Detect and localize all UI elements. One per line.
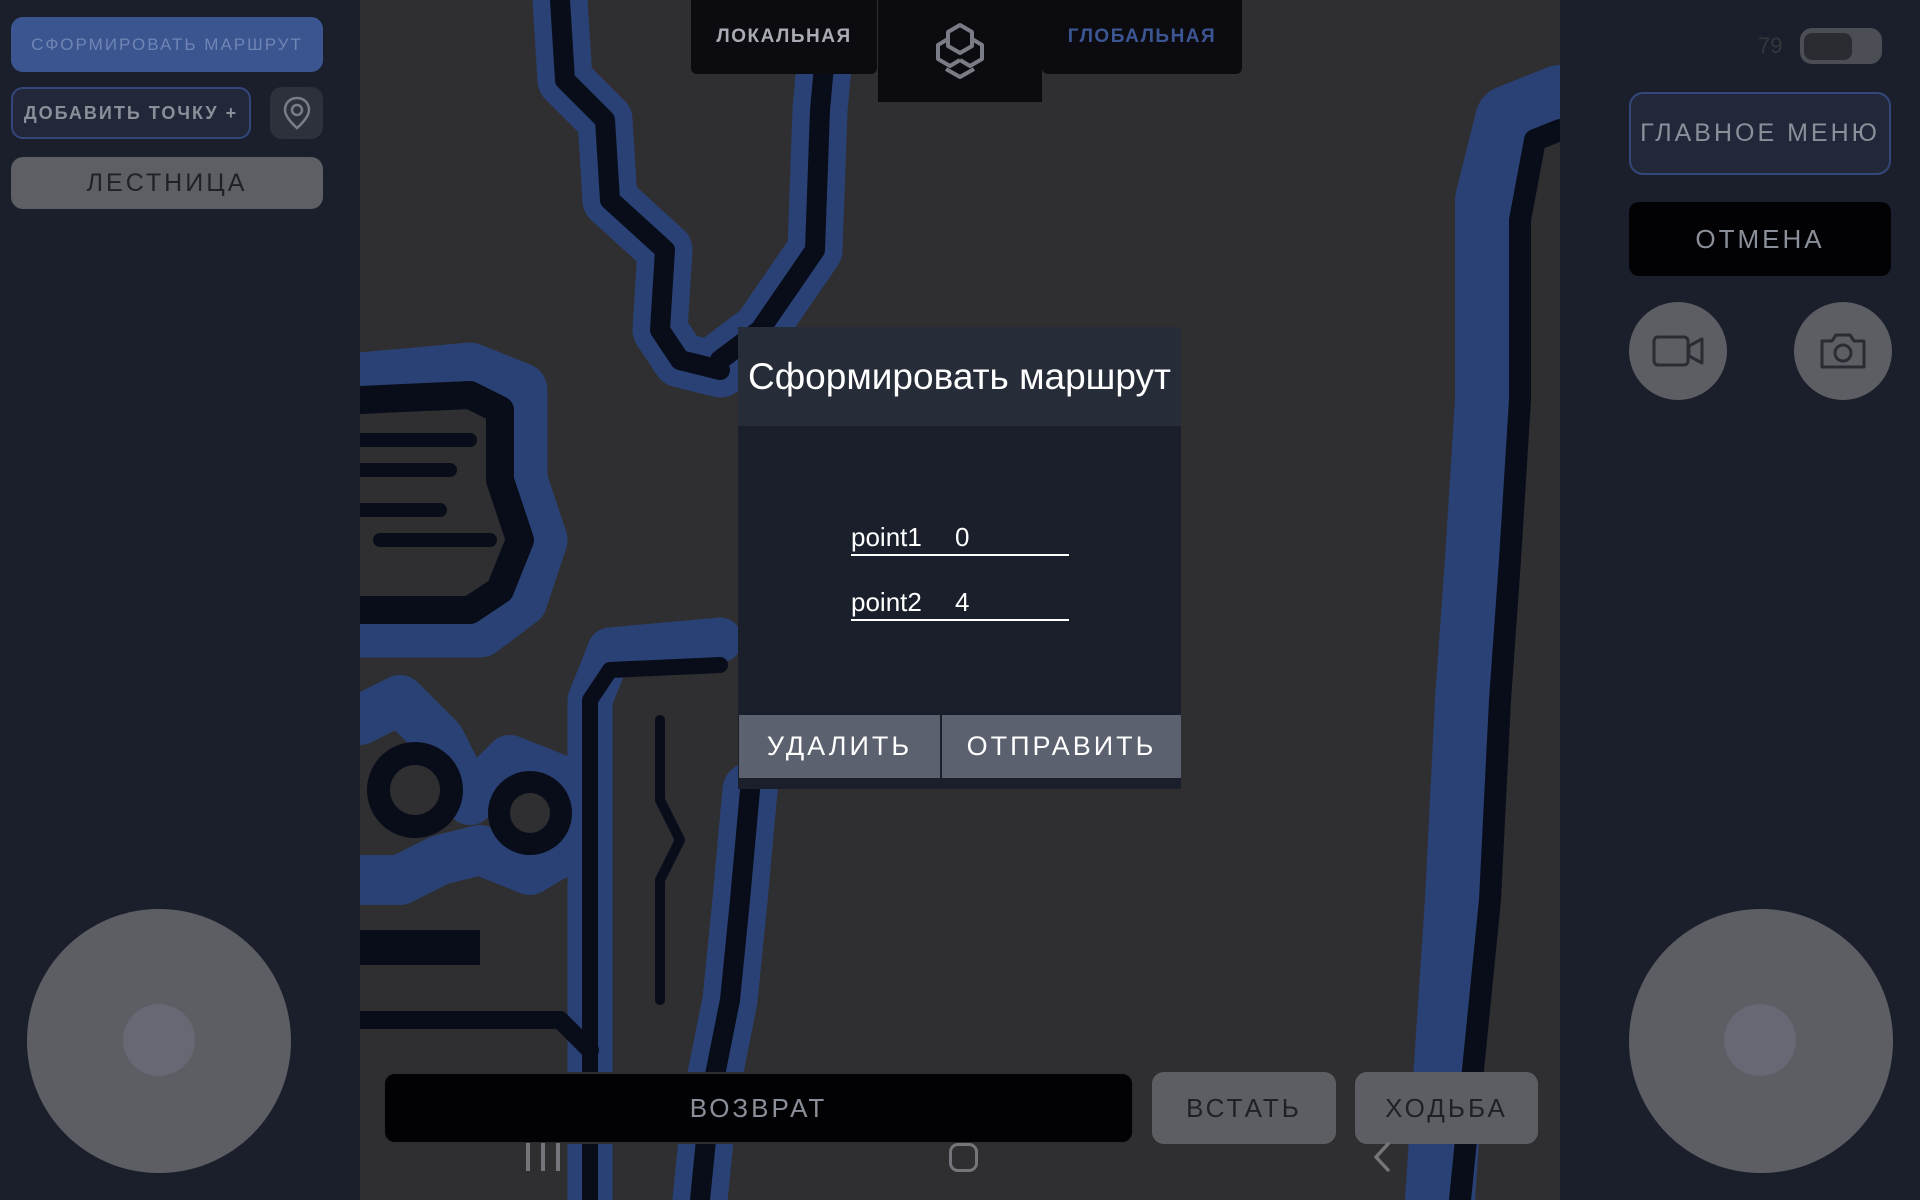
video-button[interactable]	[1629, 302, 1727, 400]
return-button[interactable]: ВОЗВРАТ	[383, 1072, 1134, 1144]
point2-input[interactable]: 4	[955, 587, 969, 618]
home-icon[interactable]	[949, 1143, 978, 1172]
dialog-title: Сформировать маршрут	[738, 327, 1181, 426]
left-joystick-knob[interactable]	[123, 1004, 195, 1076]
battery-fill	[1804, 33, 1852, 60]
battery-level: 79	[1758, 33, 1783, 58]
add-point-button[interactable]: ДОБАВИТЬ ТОЧКУ +	[11, 87, 251, 139]
cancel-button[interactable]: ОТМЕНА	[1629, 202, 1891, 276]
delete-button[interactable]: УДАЛИТЬ	[739, 715, 940, 778]
stairs-button[interactable]: ЛЕСТНИЦА	[11, 157, 323, 209]
right-joystick-knob[interactable]	[1724, 1004, 1796, 1076]
tab-local[interactable]: ЛОКАЛЬНАЯ	[691, 0, 877, 74]
app-logo	[878, 0, 1042, 102]
walk-button[interactable]: ХОДЬБА	[1355, 1072, 1538, 1144]
point1-label: point1	[851, 522, 922, 552]
tab-global[interactable]: ГЛОБАЛЬНАЯ	[1042, 0, 1242, 74]
photo-camera-icon	[1820, 333, 1866, 369]
point1-underline	[851, 554, 1069, 556]
point2-label: point2	[851, 587, 922, 617]
main-menu-button[interactable]: ГЛАВНОЕ МЕНЮ	[1629, 92, 1891, 175]
photo-button[interactable]	[1794, 302, 1892, 400]
back-icon[interactable]	[1372, 1141, 1392, 1178]
point1-input[interactable]: 0	[955, 522, 969, 553]
send-button[interactable]: ОТПРАВИТЬ	[942, 715, 1181, 778]
map-pin-icon	[283, 96, 310, 130]
point2-underline	[851, 619, 1069, 621]
stand-button[interactable]: ВСТАТЬ	[1152, 1072, 1336, 1144]
app-logo-icon	[936, 23, 984, 79]
video-camera-icon	[1652, 335, 1704, 367]
map-pin-button[interactable]	[270, 87, 323, 139]
build-route-button[interactable]: СФОРМИРОВАТЬ МАРШРУТ	[11, 17, 323, 72]
recent-apps-icon[interactable]	[526, 1143, 560, 1171]
